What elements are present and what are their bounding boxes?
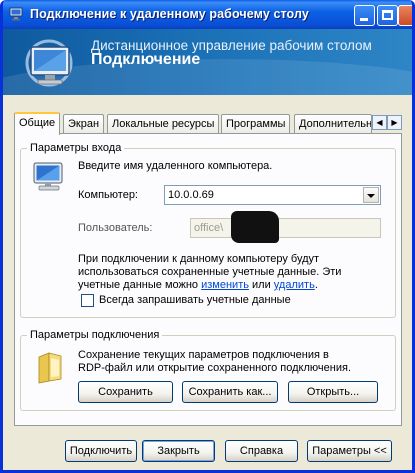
tab-programs[interactable]: Программы bbox=[221, 114, 291, 133]
tab-scroll-right-button[interactable]: ▶ bbox=[387, 115, 402, 130]
computer-combobox[interactable]: 10.0.0.69 bbox=[164, 185, 381, 205]
credentials-info-line3: учетные данные можно изменить или удалит… bbox=[78, 279, 318, 291]
computer-label: Компьютер: bbox=[78, 189, 138, 201]
folder-icon bbox=[38, 352, 62, 384]
open-button[interactable]: Открыть... bbox=[288, 381, 378, 403]
computer-prompt: Введите имя удаленного компьютера. bbox=[78, 160, 273, 172]
help-button[interactable]: Справка bbox=[225, 440, 298, 462]
banner-title: Подключение bbox=[91, 51, 201, 68]
header-banner: Дистанционное управление рабочим столом … bbox=[3, 29, 412, 95]
close-button[interactable]: Закрыть bbox=[142, 440, 215, 462]
arrow-right-icon: ▶ bbox=[391, 118, 398, 127]
connection-desc-line1: Сохранение текущих параметров подключени… bbox=[78, 349, 329, 361]
redaction-mark bbox=[231, 211, 279, 243]
minimize-button[interactable] bbox=[354, 5, 375, 26]
always-ask-checkbox[interactable] bbox=[81, 294, 94, 307]
save-as-button[interactable]: Сохранить как... bbox=[182, 381, 278, 403]
options-button[interactable]: Параметры << bbox=[307, 440, 392, 462]
credentials-info-line1: При подключении к данному компьютеру буд… bbox=[78, 253, 320, 265]
tab-advanced[interactable]: Дополнительн bbox=[294, 114, 372, 133]
delete-credentials-link[interactable]: удалить bbox=[274, 279, 315, 291]
tab-display[interactable]: Экран bbox=[63, 114, 105, 133]
tab-local-resources[interactable]: Локальные ресурсы bbox=[107, 114, 220, 133]
arrow-left-icon: ◀ bbox=[376, 118, 383, 127]
general-tab-panel: Параметры входа Введите имя удаленного к… bbox=[14, 133, 402, 426]
user-value: office\ bbox=[194, 222, 224, 234]
change-credentials-link[interactable]: изменить bbox=[201, 279, 249, 291]
remote-desktop-logo-icon bbox=[25, 39, 73, 87]
computer-value: 10.0.0.69 bbox=[168, 189, 214, 201]
tab-general[interactable]: Общие bbox=[14, 112, 61, 135]
window-title: Подключение к удаленному рабочему столу bbox=[30, 7, 309, 21]
chevron-down-icon[interactable] bbox=[363, 187, 379, 203]
user-field: office\ bbox=[190, 218, 381, 238]
tab-strip: Общие Экран Локальные ресурсы Программы … bbox=[14, 112, 404, 135]
tab-scroll-left-button[interactable]: ◀ bbox=[372, 115, 387, 130]
connection-desc-line2: RDP-файл или открытие сохраненного подкл… bbox=[78, 362, 351, 374]
always-ask-label: Всегда запрашивать учетные данные bbox=[99, 294, 291, 306]
credentials-info-line2: использоваться сохраненные учетные данны… bbox=[78, 266, 342, 278]
maximize-icon bbox=[382, 10, 393, 20]
connection-settings-title: Параметры подключения bbox=[27, 329, 163, 341]
user-label: Пользователь: bbox=[78, 222, 153, 234]
maximize-button[interactable] bbox=[377, 5, 398, 26]
close-window-button[interactable] bbox=[398, 5, 412, 26]
computer-icon bbox=[33, 162, 63, 191]
login-settings-group: Параметры входа Введите имя удаленного к… bbox=[20, 142, 396, 318]
title-bar[interactable]: Подключение к удаленному рабочему столу bbox=[3, 0, 412, 29]
rdp-window: Подключение к удаленному рабочему столу … bbox=[0, 0, 415, 473]
save-button[interactable]: Сохранить bbox=[78, 381, 173, 403]
login-settings-title: Параметры входа bbox=[27, 142, 125, 154]
minimize-icon bbox=[360, 18, 368, 21]
connection-settings-group: Параметры подключения Сохранение текущих… bbox=[20, 329, 396, 411]
remote-desktop-icon bbox=[9, 7, 23, 21]
connect-button[interactable]: Подключить bbox=[65, 440, 137, 462]
